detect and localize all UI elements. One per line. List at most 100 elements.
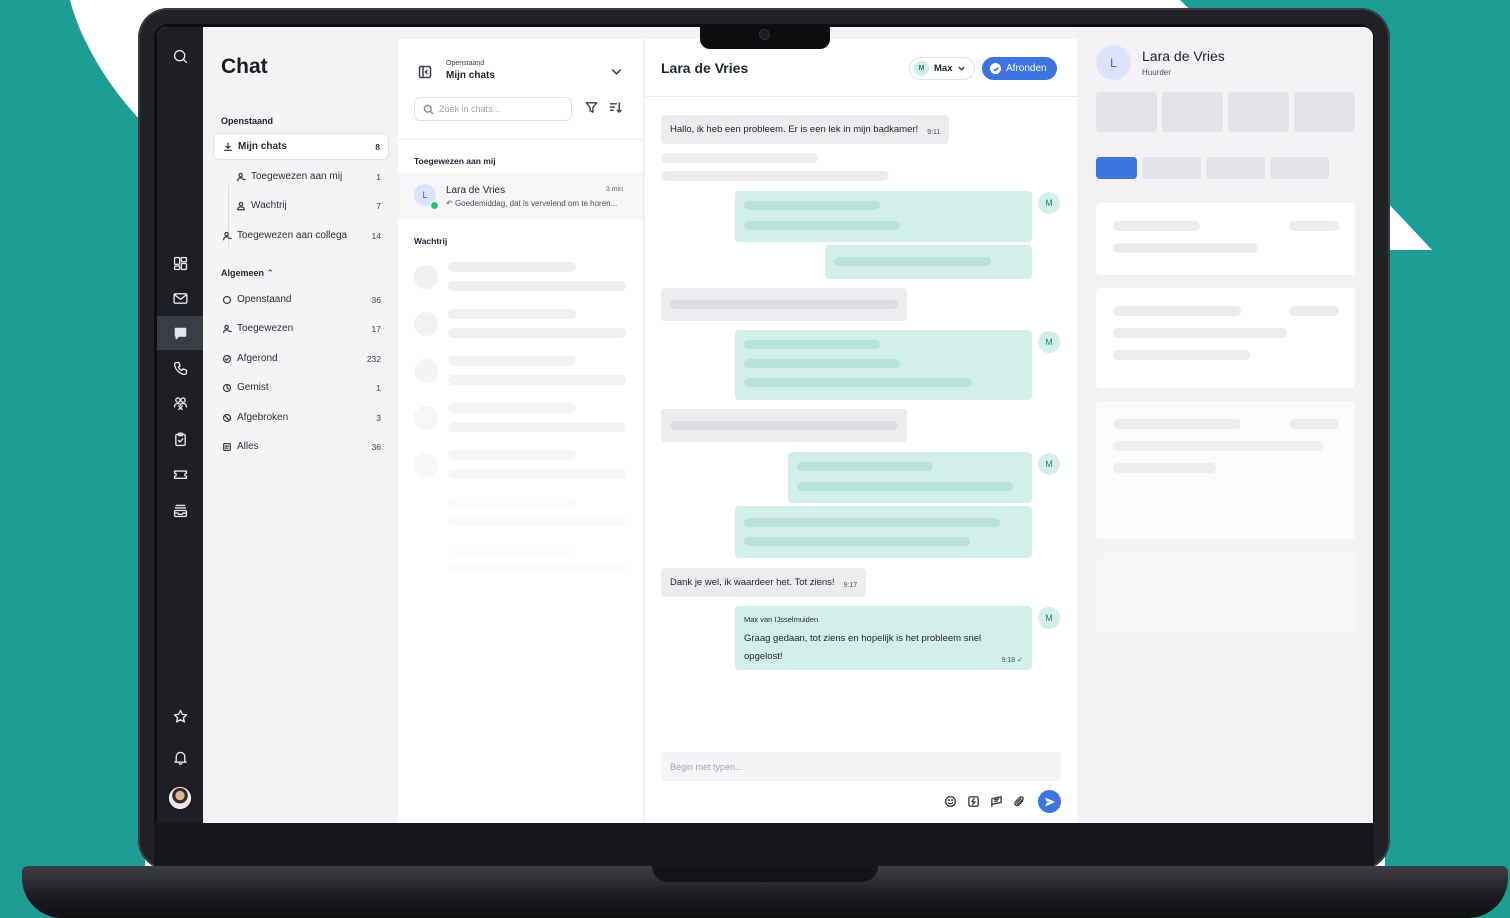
finish-chat-button[interactable]: Afronden [982, 57, 1057, 80]
agent-avatar: M [1038, 453, 1060, 475]
chat-list-item-active[interactable]: L Lara de Vries 3 min ↶ Goedemiddag, dat… [398, 173, 643, 219]
message-incoming: Hallo, ik heb een probleem. Er is een le… [661, 115, 950, 144]
emoji-icon[interactable] [943, 794, 958, 809]
section-open: Openstaand [221, 116, 274, 126]
whatsapp-icon [430, 201, 439, 210]
chat-search [414, 97, 572, 121]
contact-role: Huurder [1142, 68, 1171, 77]
skeleton-line [744, 359, 900, 368]
folder-general-missed[interactable]: Gemist 1 [213, 374, 389, 401]
send-button[interactable] [1038, 790, 1061, 813]
phone-icon[interactable] [157, 351, 203, 385]
skeleton-line [448, 356, 576, 366]
skeleton-line [448, 422, 626, 432]
search-input[interactable] [439, 104, 569, 114]
users-icon [235, 200, 247, 212]
paperclip-icon[interactable] [1012, 794, 1027, 809]
folder-assigned-to-me[interactable]: Toegewezen aan mij 1 [227, 163, 389, 190]
check-icon [990, 63, 1001, 74]
bell-icon[interactable] [157, 740, 203, 774]
inbox-stack-icon[interactable] [157, 493, 203, 527]
skeleton-line [661, 153, 818, 163]
mail-icon[interactable] [157, 281, 203, 315]
contact-panel: L Lara de Vries Huurder [1078, 27, 1373, 823]
icon-rail [157, 27, 203, 823]
send-icon [1044, 797, 1055, 806]
user-avatar[interactable] [169, 787, 191, 809]
folder-general-open[interactable]: Openstaand 36 [213, 286, 389, 313]
star-icon[interactable] [157, 699, 203, 733]
skeleton-line [448, 375, 626, 385]
template-icon[interactable] [989, 794, 1004, 809]
folder-count: 14 [371, 230, 381, 241]
skeleton-line [448, 281, 626, 291]
ban-icon [221, 412, 233, 424]
quick-action-placeholder[interactable] [1294, 92, 1355, 132]
skeleton-line [744, 378, 972, 387]
message-input[interactable] [670, 761, 1050, 772]
camera-notch [700, 24, 830, 49]
chat-time: 3 min [605, 186, 623, 193]
skeleton-line [1113, 243, 1258, 253]
clipboard-icon[interactable] [157, 422, 203, 456]
contact-tab[interactable] [1270, 157, 1329, 179]
conversation-title: Lara de Vries [661, 60, 749, 76]
skeleton-avatar [414, 265, 438, 289]
contacts-icon[interactable] [157, 386, 203, 420]
message-time: 9:18 ✓ [1001, 657, 1023, 664]
chat-icon[interactable] [157, 316, 203, 350]
message-time: 9:17 [843, 582, 858, 589]
app-screen: Chat Openstaand Mijn chats 8 Toegewezen … [157, 27, 1373, 823]
check-circle-icon [221, 353, 233, 365]
skeleton-line [1113, 441, 1323, 451]
message-text: Hallo, ik heb een probleem. Er is een le… [670, 124, 919, 135]
skeleton-line [797, 462, 933, 471]
section-general-label: Algemeen [221, 268, 265, 278]
folder-my-chats[interactable]: Mijn chats 8 [213, 133, 389, 160]
laptop-hinge-notch [652, 866, 878, 882]
clock-icon [221, 382, 233, 394]
skeleton-line [670, 421, 898, 430]
folder-count: 8 [375, 141, 380, 152]
skeleton-line [448, 516, 626, 526]
skeleton-avatar [414, 312, 438, 336]
search-icon[interactable] [157, 39, 203, 73]
folder-general-finished[interactable]: Afgerond 232 [213, 345, 389, 372]
contact-tab[interactable] [1142, 157, 1201, 179]
folder-general-aborted[interactable]: Afgebroken 3 [213, 404, 389, 431]
folder-count: 36 [371, 441, 381, 452]
quick-reply-icon[interactable] [966, 794, 981, 809]
dashboard-icon[interactable] [157, 246, 203, 280]
message-text: Dank je wel, ik waardeer het. Tot ziens! [670, 577, 835, 588]
skeleton-avatar [414, 453, 438, 477]
laptop-chin [154, 822, 1374, 866]
collapse-panel-icon[interactable] [418, 65, 432, 79]
chat-preview: ↶ Goedemiddag, dat is vervelend om te ho… [446, 199, 626, 208]
skeleton-line [448, 309, 576, 319]
section-general[interactable]: Algemeen ⌃ [221, 268, 274, 279]
contact-tab-active[interactable] [1096, 157, 1137, 179]
quick-action-placeholder[interactable] [1162, 92, 1223, 132]
ticket-icon[interactable] [157, 457, 203, 491]
skeleton-line [834, 257, 991, 266]
sort-icon[interactable] [609, 101, 623, 115]
chat-list-title: Mijn chats [446, 70, 495, 81]
quick-action-placeholder[interactable] [1096, 92, 1157, 132]
skeleton-line [744, 221, 900, 230]
quick-action-placeholder[interactable] [1228, 92, 1289, 132]
folder-queue[interactable]: Wachtrij 7 [227, 192, 389, 219]
folder-general-all[interactable]: Alles 36 [213, 433, 389, 460]
chevron-down-icon[interactable] [610, 65, 623, 83]
message-outgoing-placeholder [788, 452, 1032, 503]
message-outgoing-placeholder [825, 245, 1032, 279]
contact-card-placeholder [1096, 401, 1355, 539]
filter-icon[interactable] [585, 101, 599, 115]
search-icon [423, 104, 434, 114]
chat-list-subtitle: Openstaand [446, 60, 485, 67]
folder-assigned-to-colleague[interactable]: Toegewezen aan collega 14 [213, 222, 389, 249]
contact-tab[interactable] [1206, 157, 1265, 179]
folder-general-assigned[interactable]: Toegewezen 17 [213, 315, 389, 342]
assigned-agent-dropdown[interactable]: M Max [909, 57, 976, 80]
folder-label: Openstaand [237, 294, 292, 305]
folder-count: 232 [366, 353, 381, 364]
